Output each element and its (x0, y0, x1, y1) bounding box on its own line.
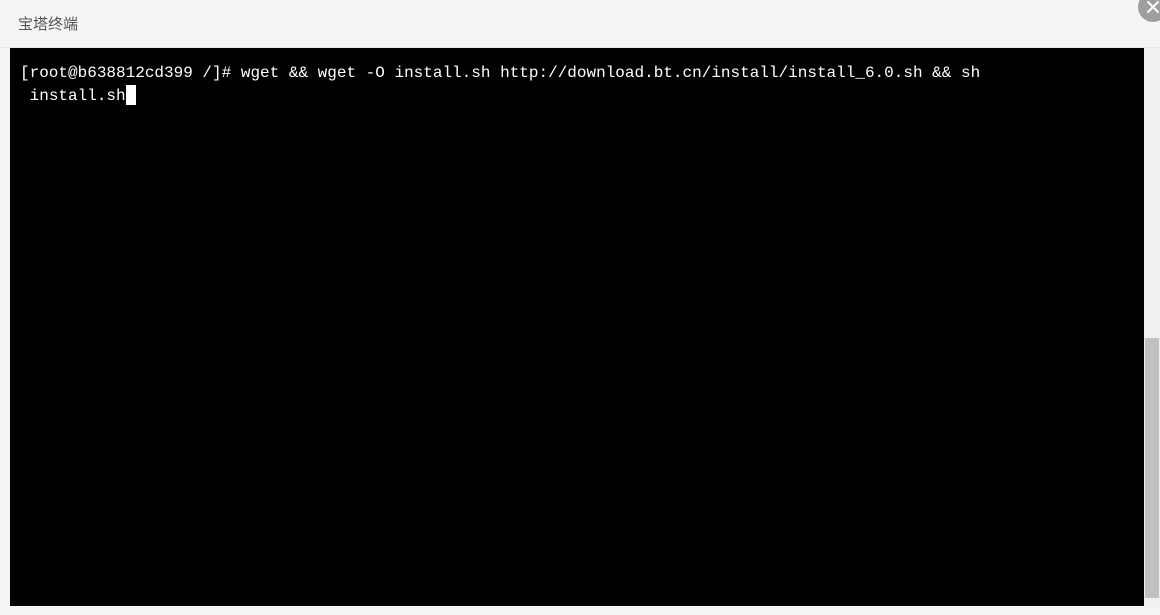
terminal-header: 宝塔终端 (0, 0, 1160, 48)
terminal-title: 宝塔终端 (18, 13, 78, 34)
terminal-cursor (126, 85, 136, 105)
terminal-output[interactable]: [root@b638812cd399 /]# wget && wget -O i… (10, 48, 1150, 606)
terminal-line: [root@b638812cd399 /]# wget && wget -O i… (20, 62, 1140, 85)
terminal-window: [root@b638812cd399 /]# wget && wget -O i… (10, 48, 1150, 606)
scrollbar-thumb[interactable] (1145, 338, 1159, 598)
terminal-command-part2: install.sh (20, 87, 126, 105)
close-icon (1146, 0, 1160, 14)
terminal-prompt: [root@b638812cd399 /]# (20, 64, 241, 82)
terminal-command-part1: wget && wget -O install.sh http://downlo… (241, 64, 980, 82)
scrollbar-track[interactable] (1144, 48, 1160, 608)
terminal-line: install.sh (20, 85, 1140, 108)
